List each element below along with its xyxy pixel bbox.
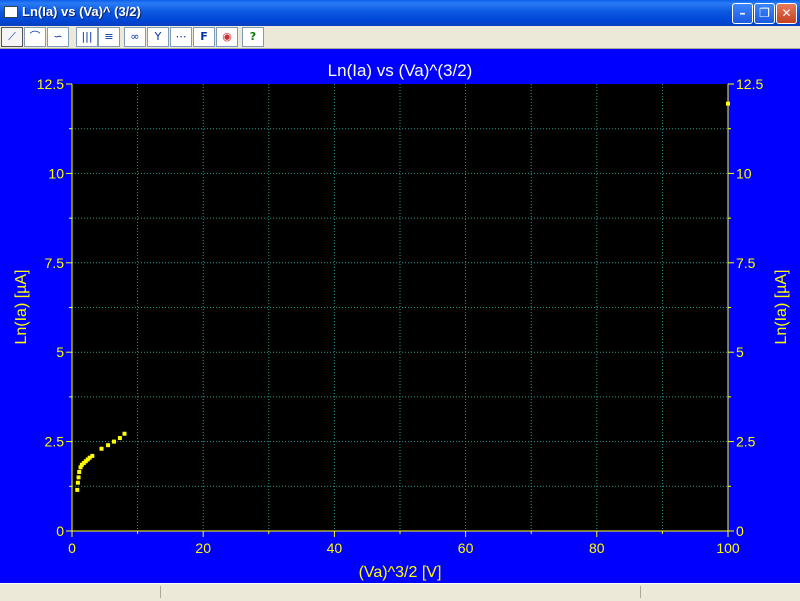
data-point — [75, 487, 80, 492]
data-point — [76, 475, 81, 480]
y-tick-label-left: 0 — [56, 523, 64, 539]
status-divider — [640, 586, 641, 598]
toolbar: ⟋ ⌒ ∽ ||| ≡ ∞ Y ⋯ F ◉ ? — [0, 26, 800, 49]
y-tick-label-left: 10 — [48, 165, 64, 181]
x-tick-label: 0 — [68, 540, 76, 556]
data-point — [106, 443, 111, 448]
horizontal-bars-icon[interactable]: ≡ — [98, 27, 120, 47]
y-tick-label-right: 7.5 — [736, 255, 756, 271]
help-icon[interactable]: ? — [242, 27, 264, 47]
y-axis-label-left: Ln(Ia) [µA] — [13, 269, 30, 344]
status-divider — [160, 586, 161, 598]
y-tick-label-right: 2.5 — [736, 434, 756, 450]
line-chart-icon[interactable]: ⟋ — [1, 27, 23, 47]
data-point — [75, 480, 80, 485]
x-tick-label: 40 — [327, 540, 343, 556]
data-point — [726, 101, 730, 106]
x-tick-label: 80 — [589, 540, 605, 556]
y-tick-label-left: 7.5 — [45, 255, 65, 271]
close-button[interactable]: ✕ — [776, 3, 797, 24]
x-tick-label: 60 — [458, 540, 474, 556]
x-tick-label: 20 — [195, 540, 211, 556]
y-tick-label-left: 5 — [56, 344, 64, 360]
y-tick-label-right: 0 — [736, 523, 744, 539]
curve-chart-icon[interactable]: ⌒ — [24, 27, 46, 47]
window-title: Ln(Ia) vs (Va)^ (3/2) — [22, 4, 141, 19]
font-icon[interactable]: F — [193, 27, 215, 47]
data-point — [90, 453, 95, 458]
data-point — [77, 469, 82, 474]
x-axis-label: (Va)^3/2 [V] — [359, 564, 442, 581]
data-point — [99, 446, 104, 451]
app-window-icon — [4, 6, 18, 18]
chart-title: Ln(Ia) vs (Va)^(3/2) — [328, 61, 473, 80]
grid-icon[interactable]: ⋯ — [170, 27, 192, 47]
smooth-chart-icon[interactable]: ∽ — [47, 27, 69, 47]
y-tick-label-left: 12.5 — [37, 76, 64, 92]
data-point — [111, 439, 116, 444]
plot-area — [72, 84, 728, 531]
funnel-icon[interactable]: Y — [147, 27, 169, 47]
data-point — [122, 431, 127, 436]
binoculars-icon[interactable]: ∞ — [124, 27, 146, 47]
y-tick-label-right: 12.5 — [736, 76, 763, 92]
y-tick-label-right: 10 — [736, 165, 752, 181]
y-tick-label-left: 2.5 — [45, 434, 65, 450]
title-bar: Ln(Ia) vs (Va)^ (3/2) – ❐ ✕ — [0, 0, 800, 26]
chart-area: 0 20 40 60 80 100 0 0 2.5 2.5 5 5 7.5 7.5 10 10 12.5 12.5… — [0, 49, 800, 583]
scatter-chart: 0 20 40 60 80 1000 02.5 2.55 57.5 7.510 1012.5 12.5… — [13, 61, 790, 581]
vertical-bars-icon[interactable]: ||| — [76, 27, 98, 47]
status-bar — [0, 583, 800, 601]
y-axis-label-right: Ln(Ia) [µA] — [773, 269, 790, 344]
restore-button[interactable]: ❐ — [754, 3, 775, 24]
data-point — [117, 436, 122, 441]
minimize-button[interactable]: – — [732, 3, 753, 24]
x-tick-label: 100 — [716, 540, 740, 556]
color-palette-icon[interactable]: ◉ — [216, 27, 238, 47]
y-tick-label-right: 5 — [736, 344, 744, 360]
